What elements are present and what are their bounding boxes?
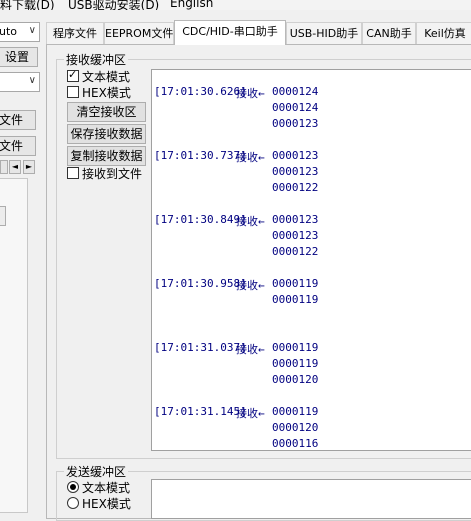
log-timestamp: [17:01:30.626] bbox=[154, 85, 247, 98]
log-timestamp: [17:01:30.958] bbox=[154, 277, 247, 290]
tab-usb-hid[interactable]: USB-HID助手 bbox=[286, 22, 362, 44]
log-value: 0000123 bbox=[272, 149, 319, 162]
auto-select[interactable]: uto ∨ bbox=[0, 22, 40, 42]
left-select[interactable]: ∨ bbox=[0, 72, 40, 92]
log-value: 0000124 bbox=[272, 85, 319, 98]
settings-button[interactable]: 设置 bbox=[0, 47, 38, 67]
log-value: 0000116 bbox=[272, 437, 319, 450]
send-group-title: 发送缓冲区 bbox=[64, 463, 129, 480]
log-value: 0000123 bbox=[272, 229, 319, 242]
tab-cdc-hid-serial[interactable]: CDC/HID-串口助手 bbox=[174, 20, 286, 45]
send-text-mode-radio[interactable] bbox=[67, 481, 79, 493]
log-timestamp: [17:01:31.037] bbox=[154, 341, 247, 354]
send-text-area[interactable] bbox=[151, 479, 471, 519]
send-hex-mode-radio[interactable] bbox=[67, 497, 79, 509]
receive-group-title: 接收缓冲区 bbox=[64, 51, 129, 68]
tab-program-file[interactable]: 程序文件 bbox=[46, 22, 104, 44]
tab-keil-sim[interactable]: Keil仿真 bbox=[416, 22, 471, 44]
log-timestamp: [17:01:30.849] bbox=[154, 213, 247, 226]
log-timestamp: [17:01:31.145] bbox=[154, 405, 247, 418]
log-receive-prefix: 接收← bbox=[236, 87, 265, 100]
log-receive-prefix: 接收← bbox=[236, 215, 265, 228]
send-text-mode-label: 文本模式 bbox=[82, 481, 131, 495]
send-hex-mode-label: HEX模式 bbox=[82, 497, 131, 511]
copy-receive-button[interactable]: 复制接收数据 bbox=[67, 146, 146, 166]
open-file-button-1[interactable]: 文件 bbox=[0, 110, 36, 130]
log-value: 0000123 bbox=[272, 213, 319, 226]
clear-receive-button[interactable]: 清空接收区 bbox=[67, 102, 146, 122]
log-receive-prefix: 接收← bbox=[236, 343, 265, 356]
menu-item-usb-driver[interactable]: USB驱动安装(D) bbox=[68, 0, 159, 10]
receive-to-file-checkbox[interactable] bbox=[67, 167, 79, 179]
left-tab-fragment bbox=[0, 160, 8, 174]
log-value: 0000119 bbox=[272, 357, 319, 370]
open-file-button-2[interactable]: 文件 bbox=[0, 136, 36, 156]
log-value: 0000123 bbox=[272, 117, 319, 130]
check-icon: ✓ bbox=[68, 68, 78, 81]
left-panel-button-fragment[interactable] bbox=[0, 206, 6, 226]
receive-text-mode-label: 文本模式 bbox=[82, 70, 131, 84]
scroll-left-button[interactable]: ◄ bbox=[9, 160, 21, 174]
log-value: 0000119 bbox=[272, 277, 319, 290]
menu-item-download[interactable]: 料下载(D) bbox=[0, 0, 55, 10]
log-value: 0000123 bbox=[272, 165, 319, 178]
log-receive-prefix: 接收← bbox=[236, 151, 265, 164]
log-timestamp: [17:01:30.737] bbox=[154, 149, 247, 162]
menu-bar: 料下载(D) USB驱动安装(D) English bbox=[0, 0, 471, 10]
receive-to-file-label: 接收到文件 bbox=[82, 167, 143, 181]
receive-hex-mode-label: HEX模式 bbox=[82, 86, 131, 100]
scroll-right-button[interactable]: ► bbox=[23, 160, 35, 174]
log-receive-prefix: 接收← bbox=[236, 279, 265, 292]
radio-selected-dot bbox=[70, 484, 76, 490]
log-value: 0000119 bbox=[272, 405, 319, 418]
log-receive-prefix: 接收← bbox=[236, 407, 265, 420]
chevron-down-icon: ∨ bbox=[28, 75, 36, 86]
menu-item-english[interactable]: English bbox=[170, 0, 213, 10]
tab-eeprom-file[interactable]: EEPROM文件 bbox=[104, 22, 174, 44]
chevron-down-icon: ∨ bbox=[28, 25, 36, 36]
log-value: 0000119 bbox=[272, 293, 319, 306]
log-value: 0000122 bbox=[272, 245, 319, 258]
tab-can[interactable]: CAN助手 bbox=[362, 22, 416, 44]
log-value: 0000124 bbox=[272, 101, 319, 114]
receive-text-area[interactable]: [17:01:30.626] 接收← 0000124 0000124 0000123 [1… bbox=[151, 69, 471, 451]
left-panel bbox=[0, 178, 28, 513]
log-value: 0000120 bbox=[272, 373, 319, 386]
receive-text-mode-checkbox[interactable]: ✓ bbox=[67, 68, 79, 82]
save-receive-button[interactable]: 保存接收数据 bbox=[67, 124, 146, 144]
log-value: 0000119 bbox=[272, 341, 319, 354]
log-value: 0000120 bbox=[272, 421, 319, 434]
log-value: 0000122 bbox=[272, 181, 319, 194]
receive-hex-mode-checkbox[interactable] bbox=[67, 86, 79, 98]
